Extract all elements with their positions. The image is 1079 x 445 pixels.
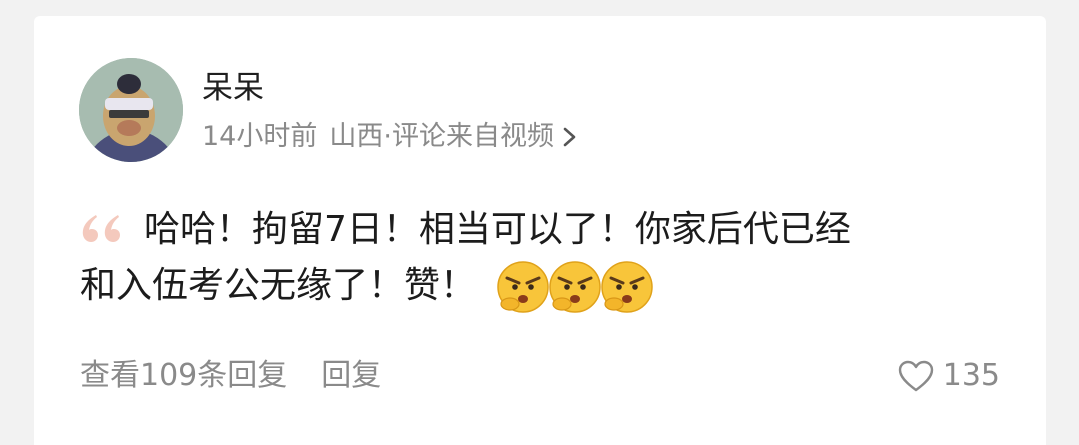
comment-footer: 查看109条回复 回复	[80, 356, 381, 396]
comment-text-line-2: 和入伍考公无缘了！赞！	[80, 265, 477, 306]
timestamp: 14小时前	[202, 121, 318, 152]
location: 山西	[329, 121, 384, 152]
comment-line-1: 哈哈！拘留7日！相当可以了！你家后代已经	[80, 202, 1020, 258]
comment-text-line-1: 哈哈！拘留7日！相当可以了！你家后代已经	[144, 209, 851, 250]
quote-mark-icon	[82, 215, 120, 242]
view-replies-link[interactable]: 查看109条回复	[80, 356, 287, 396]
comment-line-2: 和入伍考公无缘了！赞！	[80, 258, 1020, 315]
username[interactable]: 呆呆	[202, 68, 264, 108]
angry-thinking-emoji	[497, 261, 550, 313]
like-button[interactable]: 135	[897, 356, 1000, 396]
user-avatar[interactable]	[79, 58, 183, 162]
angry-thinking-emoji	[549, 261, 602, 313]
like-count: 135	[942, 358, 1000, 393]
comment-card: 呆呆 14小时前 山西 ·评论来自视频 哈哈！拘留7日！相当可以了！你家后代已经…	[34, 16, 1046, 445]
comment-body: 哈哈！拘留7日！相当可以了！你家后代已经 和入伍考公无缘了！赞！	[80, 202, 1020, 315]
heart-icon	[898, 360, 933, 392]
comment-meta[interactable]: 14小时前 山西 ·评论来自视频	[202, 118, 578, 156]
reply-button[interactable]: 回复	[321, 356, 381, 396]
comment-source: ·评论来自视频	[383, 121, 554, 152]
chevron-right-icon[interactable]	[562, 126, 578, 148]
avatar-image	[79, 58, 183, 162]
angry-thinking-emoji	[601, 261, 654, 313]
